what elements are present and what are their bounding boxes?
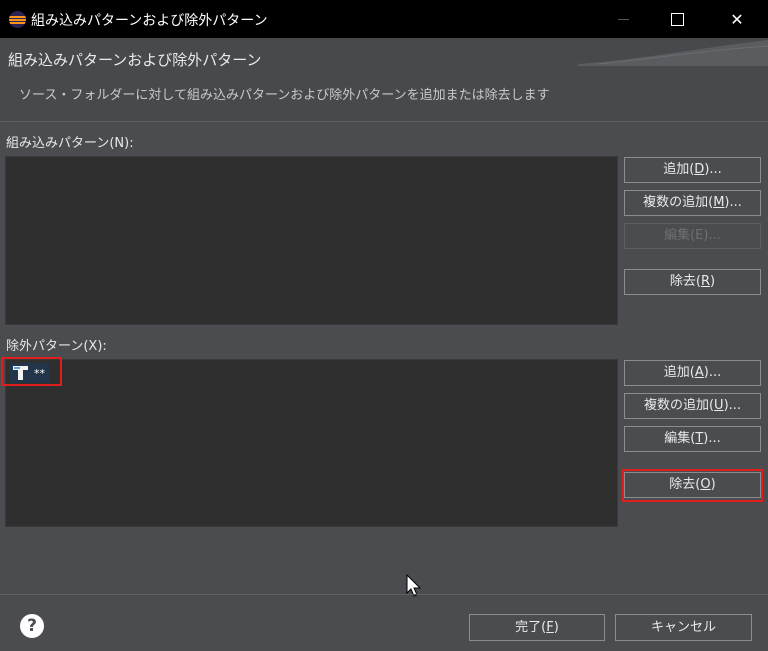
finish-button[interactable]: 完了(F) <box>469 614 605 641</box>
inclusion-list[interactable] <box>5 156 618 325</box>
window-title: 組み込みパターンおよび除外パターン <box>31 13 268 29</box>
inclusion-add-multiple-button[interactable]: 複数の追加(M)... <box>624 190 761 216</box>
header-description: ソース・フォルダーに対して組み込みパターンおよび除外パターンを追加または除去しま… <box>19 88 550 103</box>
remove-button-highlight <box>622 469 763 502</box>
dialog-header: 組み込みパターンおよび除外パターン ソース・フォルダーに対して組み込みパターンお… <box>0 38 768 122</box>
selection-highlight <box>1 357 62 386</box>
inclusion-edit-button[interactable]: 編集(E)... <box>624 223 761 249</box>
title-bar: 組み込みパターンおよび除外パターン ✕ <box>0 0 768 38</box>
header-title: 組み込みパターンおよび除外パターン <box>8 51 262 69</box>
exclusion-add-button[interactable]: 追加(A)... <box>624 360 761 386</box>
close-button[interactable]: ✕ <box>714 0 760 38</box>
minimize-button[interactable] <box>600 0 646 38</box>
footer-divider <box>0 594 768 595</box>
help-icon[interactable]: ? <box>20 614 44 638</box>
inclusion-add-button[interactable]: 追加(D)... <box>624 157 761 183</box>
exclusion-edit-button[interactable]: 編集(T)... <box>624 426 761 452</box>
maximize-button[interactable] <box>654 0 700 38</box>
inclusion-label: 組み込みパターン(N): <box>6 136 134 151</box>
header-decoration <box>578 40 768 66</box>
cancel-button[interactable]: キャンセル <box>615 614 752 641</box>
exclusion-label: 除外パターン(X): <box>6 339 107 354</box>
inclusion-remove-button[interactable]: 除去(R) <box>624 269 761 295</box>
eclipse-icon <box>9 11 26 28</box>
exclusion-list[interactable]: ** <box>5 359 618 527</box>
exclusion-add-multiple-button[interactable]: 複数の追加(U)... <box>624 393 761 419</box>
